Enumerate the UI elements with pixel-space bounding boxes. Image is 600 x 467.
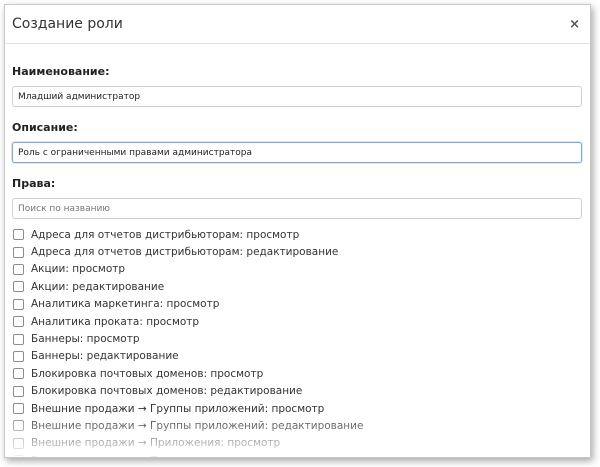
permission-checkbox[interactable] (13, 437, 24, 449)
permission-checkbox[interactable] (13, 229, 24, 241)
permission-label: Блокировка почтовых доменов: просмотр (31, 367, 264, 380)
permission-label: Внешние продажи → Приложения: редактиров… (31, 455, 319, 457)
permission-label: Баннеры: редактирование (31, 350, 179, 363)
permission-label: Внешние продажи → Приложения: просмотр (31, 437, 281, 450)
permission-checkbox[interactable] (13, 420, 24, 432)
permission-label: Адреса для отчетов дистрибьюторам: редак… (31, 246, 339, 259)
rights-label: Права: (12, 177, 56, 190)
name-label: Наименование: (12, 65, 110, 78)
permission-checkbox[interactable] (13, 281, 24, 293)
permission-label: Блокировка почтовых доменов: редактирова… (31, 385, 303, 398)
permission-label: Баннеры: просмотр (31, 333, 140, 346)
permission-item[interactable]: Баннеры: просмотр (12, 330, 582, 347)
permission-item[interactable]: Акции: просмотр (12, 261, 582, 278)
permission-item[interactable]: Внешние продажи → Группы приложений: ред… (12, 417, 582, 434)
permission-checkbox[interactable] (13, 246, 24, 258)
permission-item[interactable]: Адреса для отчетов дистрибьюторам: просм… (12, 226, 582, 243)
permission-checkbox[interactable] (13, 385, 24, 397)
permission-item[interactable]: Внешние продажи → Группы приложений: про… (12, 400, 582, 417)
permission-item[interactable]: Внешние продажи → Приложения: просмотр (12, 435, 582, 452)
permission-label: Адреса для отчетов дистрибьюторам: просм… (31, 228, 300, 241)
permission-item[interactable]: Адреса для отчетов дистрибьюторам: редак… (12, 243, 582, 260)
dialog-body: Наименование: Описание: Права: Адреса дл… (5, 44, 590, 457)
permission-label: Аналитика проката: просмотр (31, 315, 200, 328)
permission-item[interactable]: Аналитика проката: просмотр (12, 313, 582, 330)
permission-label: Внешние продажи → Группы приложений: про… (31, 402, 325, 415)
close-icon[interactable]: × (569, 18, 580, 31)
permission-checkbox[interactable] (13, 350, 24, 362)
dialog-header: Создание роли × (5, 5, 590, 44)
permission-checkbox[interactable] (13, 455, 24, 457)
permission-item[interactable]: Акции: редактирование (12, 278, 582, 295)
description-label: Описание: (12, 121, 78, 134)
permission-label: Внешние продажи → Группы приложений: ред… (31, 419, 364, 432)
name-input[interactable] (12, 86, 582, 107)
permission-item[interactable]: Блокировка почтовых доменов: редактирова… (12, 383, 582, 400)
create-role-dialog: Создание роли × Наименование: Описание: … (4, 4, 591, 458)
permission-item[interactable]: Аналитика маркетинга: просмотр (12, 296, 582, 313)
permission-checkbox[interactable] (13, 263, 24, 275)
permission-checkbox[interactable] (13, 403, 24, 415)
permission-item[interactable]: Баннеры: редактирование (12, 348, 582, 365)
description-input[interactable] (12, 142, 582, 163)
permission-item[interactable]: Блокировка почтовых доменов: просмотр (12, 365, 582, 382)
permissions-list: Адреса для отчетов дистрибьюторам: просм… (12, 226, 582, 457)
permission-checkbox[interactable] (13, 368, 24, 380)
permission-label: Акции: редактирование (31, 280, 165, 293)
dialog-title: Создание роли (12, 16, 123, 32)
permission-label: Аналитика маркетинга: просмотр (31, 298, 220, 311)
permission-label: Акции: просмотр (31, 263, 126, 276)
permission-item[interactable]: Внешние продажи → Приложения: редактиров… (12, 452, 582, 457)
permission-checkbox[interactable] (13, 298, 24, 310)
permission-checkbox[interactable] (13, 333, 24, 345)
permission-checkbox[interactable] (13, 316, 24, 328)
permission-search-input[interactable] (12, 198, 582, 219)
